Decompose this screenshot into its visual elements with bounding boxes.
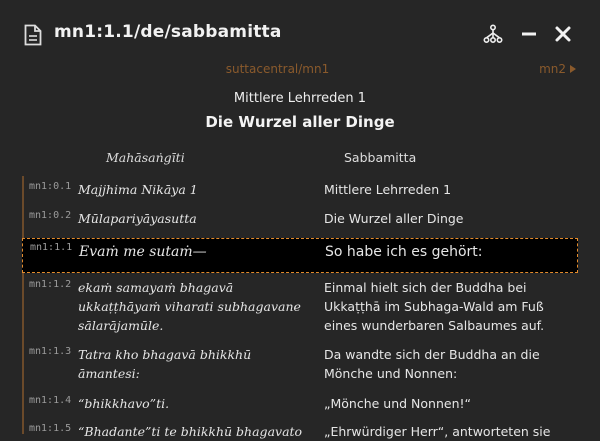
pali-column-header: Mahāsaṅgīti <box>106 150 185 165</box>
collection-heading: Mittlere Lehrreden 1 <box>233 91 367 106</box>
tree-view-button[interactable] <box>482 23 504 45</box>
title-bar: mn1:1.1/de/sabbamitta <box>0 0 600 66</box>
caret-right-icon <box>570 65 576 73</box>
minimize-button[interactable] <box>518 23 540 45</box>
segment-gutter-line <box>22 176 24 434</box>
pali-text: Mūlapariyāyasutta <box>78 211 197 226</box>
translation-text: Da wandte sich der Buddha an die Mönche … <box>324 347 540 381</box>
segment-id: mn1:1.1 <box>30 242 73 253</box>
active-segment-row[interactable]: mn1:1.1 Evaṁ me sutaṁ— So habe ich es ge… <box>22 238 578 273</box>
pali-text: “bhikkhavo”ti. <box>78 396 170 411</box>
sutta-title: Die Wurzel aller Dinge <box>205 113 395 131</box>
translation-text: „Mönche und Nonnen!“ <box>324 396 471 411</box>
close-button[interactable] <box>552 23 574 45</box>
translation-text: Einmal hielt sich der Buddha bei Ukkaṭṭh… <box>324 280 545 333</box>
pali-text: Tatra kho bhagavā bhikkhū āmantesi: <box>78 347 252 381</box>
segment-id: mn1:0.1 <box>29 181 72 192</box>
translation-text: Die Wurzel aller Dinge <box>324 211 464 226</box>
segment-id: mn1:1.3 <box>29 346 72 357</box>
translation-text: Mittlere Lehrreden 1 <box>324 182 452 197</box>
next-sutta-label: mn2 <box>539 62 566 76</box>
segment-id: mn1:0.2 <box>29 210 72 221</box>
translation-column-header: Sabbamitta <box>344 150 417 165</box>
source-link[interactable]: suttacentral/mn1 <box>0 62 555 76</box>
segment-id: mn1:1.4 <box>29 395 72 406</box>
segment-id: mn1:1.5 <box>29 423 72 434</box>
document-icon <box>24 24 42 46</box>
segment-id: mn1:1.2 <box>29 279 72 290</box>
close-icon <box>555 26 571 42</box>
minus-icon <box>522 32 536 36</box>
pali-text: Majjhima Nikāya 1 <box>78 182 198 197</box>
translation-text: So habe ich es gehört: <box>325 244 483 260</box>
translation-text: „Ehrwürdiger Herr“, antworteten sie <box>324 424 551 439</box>
window-title: mn1:1.1/de/sabbamitta <box>54 22 282 42</box>
next-sutta-link[interactable]: mn2 <box>539 62 576 76</box>
nav-row: suttacentral/mn1 mn2 <box>0 62 600 80</box>
pali-text: Evaṁ me sutaṁ— <box>79 244 207 260</box>
pali-text: “Bhadante”ti te bhikkhū bhagavato <box>78 424 303 439</box>
sitemap-icon <box>483 24 503 44</box>
pali-text: ekaṁ samayaṁ bhagavā ukkaṭṭhāyaṁ viharat… <box>78 280 301 333</box>
